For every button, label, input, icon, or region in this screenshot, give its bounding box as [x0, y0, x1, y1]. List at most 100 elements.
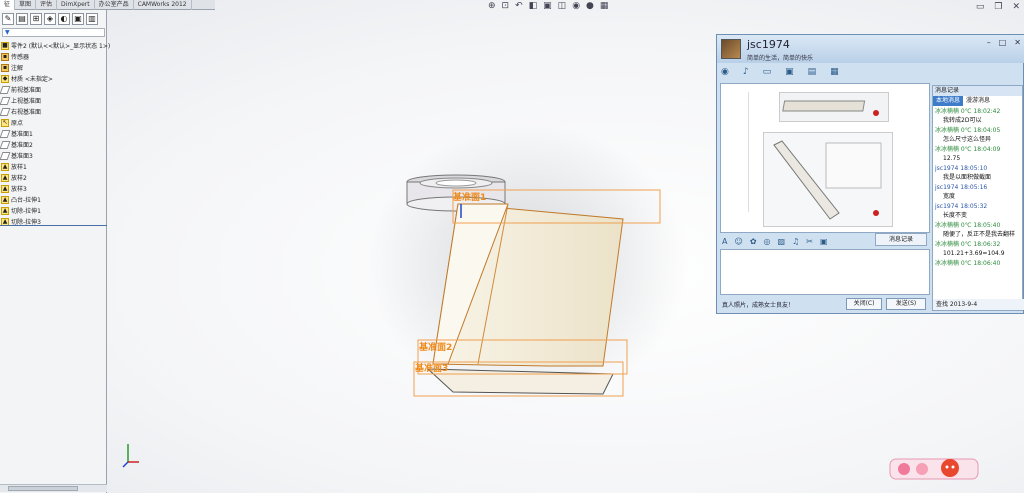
tree-filter-input[interactable]: ▼ — [2, 28, 105, 37]
tree-item-label: 放样2 — [11, 175, 27, 182]
tree-item[interactable]: ◆ 材质 <未指定> — [0, 73, 107, 84]
tab-roaming-messages[interactable]: 漫游消息 — [963, 96, 993, 106]
avatar[interactable] — [721, 39, 741, 59]
zoom-to-fit-icon[interactable]: ⊕ — [488, 1, 496, 11]
plane-label-1[interactable]: 基准面1 — [453, 190, 486, 203]
tree-item-label: 基准面3 — [11, 153, 33, 160]
message-record-button[interactable]: 消息记录 — [875, 233, 927, 246]
nudge-icon[interactable]: ◎ — [764, 237, 771, 246]
message-text: 我是以面积做截面 — [943, 174, 992, 181]
filter-icon: ▼ — [5, 29, 10, 36]
tree-item[interactable]: 上视基准面 — [0, 95, 107, 106]
message-text: 101.21+3.69=104.9 — [943, 250, 1005, 257]
message-text: 怎么尺寸这么怪异 — [943, 136, 992, 143]
tab-feature[interactable]: 征 — [0, 0, 16, 10]
mascot-icon[interactable] — [888, 456, 980, 482]
tab-dimxpert[interactable]: DimXpert — [57, 0, 95, 10]
message-input[interactable] — [720, 249, 930, 295]
voice-call-icon[interactable]: ♪ — [743, 67, 749, 77]
feature-icon: ▲ — [1, 162, 9, 171]
close-icon[interactable]: ✕ — [1012, 2, 1020, 12]
tree-item[interactable]: 右视基准面 — [0, 106, 107, 117]
font-icon[interactable]: A — [722, 237, 727, 246]
scene-icon[interactable]: ▦ — [600, 1, 609, 11]
apps-icon[interactable]: ▦ — [830, 67, 839, 77]
ad-link[interactable]: 真人照片，成熟女士良友！ — [722, 300, 794, 309]
tree-item[interactable]: ▲ 切除-拉伸1 — [0, 205, 107, 216]
tab-office-products[interactable]: 办公室产品 — [95, 0, 134, 10]
zoom-to-area-icon[interactable]: ⊡ — [502, 1, 510, 11]
dimxpert-icon[interactable]: ◈ — [44, 13, 56, 25]
close-icon[interactable]: ✕ — [1014, 38, 1021, 47]
previous-view-icon[interactable]: ↶ — [515, 1, 523, 11]
rollback-bar[interactable] — [0, 225, 107, 226]
tree-item-label: 上视基准面 — [11, 98, 42, 105]
tree-item[interactable]: ↖ 原点 — [0, 117, 107, 128]
origin-icon: ↖ — [1, 118, 9, 127]
plane-label-3[interactable]: 基准面3 — [415, 361, 448, 374]
tab-evaluate[interactable]: 评估 — [36, 0, 58, 10]
tree-item[interactable]: ▲ 放样2 — [0, 172, 107, 183]
close-button[interactable]: 关闭(C) — [846, 298, 882, 310]
tree-item-label: 注解 — [11, 65, 24, 72]
property-manager-icon[interactable]: ▤ — [16, 13, 28, 25]
chat-message-area[interactable] — [720, 83, 930, 233]
chat-window: jsc1974 简单的生活，简单的快乐 – □ ✕ ◉ ♪ ▭ ▣ ▤ ▦ A … — [716, 34, 1024, 314]
tree-item[interactable]: 前视基准面 — [0, 84, 107, 95]
hide-show-icon[interactable]: ◉ — [572, 1, 580, 11]
camworks-icon[interactable]: ▣ — [72, 13, 84, 25]
screenshot-image[interactable] — [779, 92, 889, 122]
tree-item[interactable]: ▪ 注解 — [0, 62, 107, 73]
view-orientation-icon[interactable]: ▣ — [543, 1, 552, 11]
minimize-icon[interactable]: ▭ — [976, 2, 985, 12]
message-text: 随便了，反正不是我去翻样 — [943, 231, 1016, 238]
message-text: 我转成2D可以 — [943, 117, 982, 124]
tree-item[interactable]: ▲ 放样1 — [0, 161, 107, 172]
screenshot-icon[interactable]: ✂ — [806, 237, 813, 246]
horizontal-scrollbar[interactable] — [0, 484, 107, 492]
feature-icon: ▲ — [1, 173, 9, 182]
scrollbar-thumb[interactable] — [8, 486, 78, 491]
tree-item[interactable]: ▲ 放样3 — [0, 183, 107, 194]
configuration-manager-icon[interactable]: ⊞ — [30, 13, 42, 25]
message-meta: 冰冰楠楠 0℃ 18:06:40 — [935, 260, 1001, 267]
section-view-icon[interactable]: ◧ — [529, 1, 538, 11]
appearance-icon[interactable]: ● — [586, 1, 594, 11]
image-icon[interactable]: ▨ — [778, 237, 786, 246]
plane-icon — [0, 85, 11, 94]
history-list[interactable]: 冰冰楠楠 0℃ 18:02:42 我转成2D可以 冰冰楠楠 0℃ 18:04:05 怎… — [933, 106, 1022, 269]
remote-assist-icon[interactable]: ▣ — [785, 67, 794, 77]
tree-item[interactable]: ▲ 凸台-拉伸1 — [0, 194, 107, 205]
file-transfer-icon[interactable]: ▭ — [763, 67, 772, 77]
music-icon[interactable]: ♫ — [792, 237, 799, 246]
magic-emoji-icon[interactable]: ✿ — [750, 237, 757, 246]
gift-icon[interactable]: ▣ — [820, 237, 828, 246]
tree-item[interactable]: 基准面3 — [0, 150, 107, 161]
tree-item-label: 零件2 (默认<<默认>_显示状态 1>) — [11, 43, 111, 50]
tree-item[interactable]: 基准面2 — [0, 139, 107, 150]
video-call-icon[interactable]: ◉ — [721, 67, 729, 77]
tab-camworks[interactable]: CAMWorks 2012 — [134, 0, 192, 10]
minimize-icon[interactable]: – — [987, 38, 991, 47]
tab-local-messages[interactable]: 本地消息 — [933, 96, 964, 106]
feature-manager-icon[interactable]: ✎ — [2, 13, 14, 25]
tree-item[interactable]: ▪ 传感器 — [0, 51, 107, 62]
display-manager-icon[interactable]: ◐ — [58, 13, 70, 25]
plane-label-2[interactable]: 基准面2 — [419, 340, 452, 353]
tree-item[interactable]: ■ 零件2 (默认<<默认>_显示状态 1>) — [0, 40, 111, 51]
tab-sketch[interactable]: 草图 — [15, 0, 37, 10]
tree-item-label: 放样3 — [11, 186, 27, 193]
restore-icon[interactable]: ❐ — [994, 2, 1002, 12]
maximize-icon[interactable]: □ — [999, 38, 1007, 47]
emoji-icon[interactable]: ☺ — [734, 237, 742, 246]
screenshot-image[interactable] — [763, 132, 893, 227]
history-search[interactable]: 查找 2013-9-4 — [933, 299, 1024, 310]
screen-share-icon[interactable]: ▤ — [808, 67, 817, 77]
reference-triad — [122, 444, 139, 468]
document-window-controls: ▭ ❐ ✕ — [976, 2, 1020, 12]
display-style-icon[interactable]: ◫ — [558, 1, 567, 11]
tree-item[interactable]: 基准面1 — [0, 128, 107, 139]
send-button[interactable]: 发送(S) — [886, 298, 926, 310]
custom-tab-icon[interactable]: ▥ — [86, 13, 98, 25]
tree-item-label: 切除-拉伸1 — [11, 208, 41, 215]
